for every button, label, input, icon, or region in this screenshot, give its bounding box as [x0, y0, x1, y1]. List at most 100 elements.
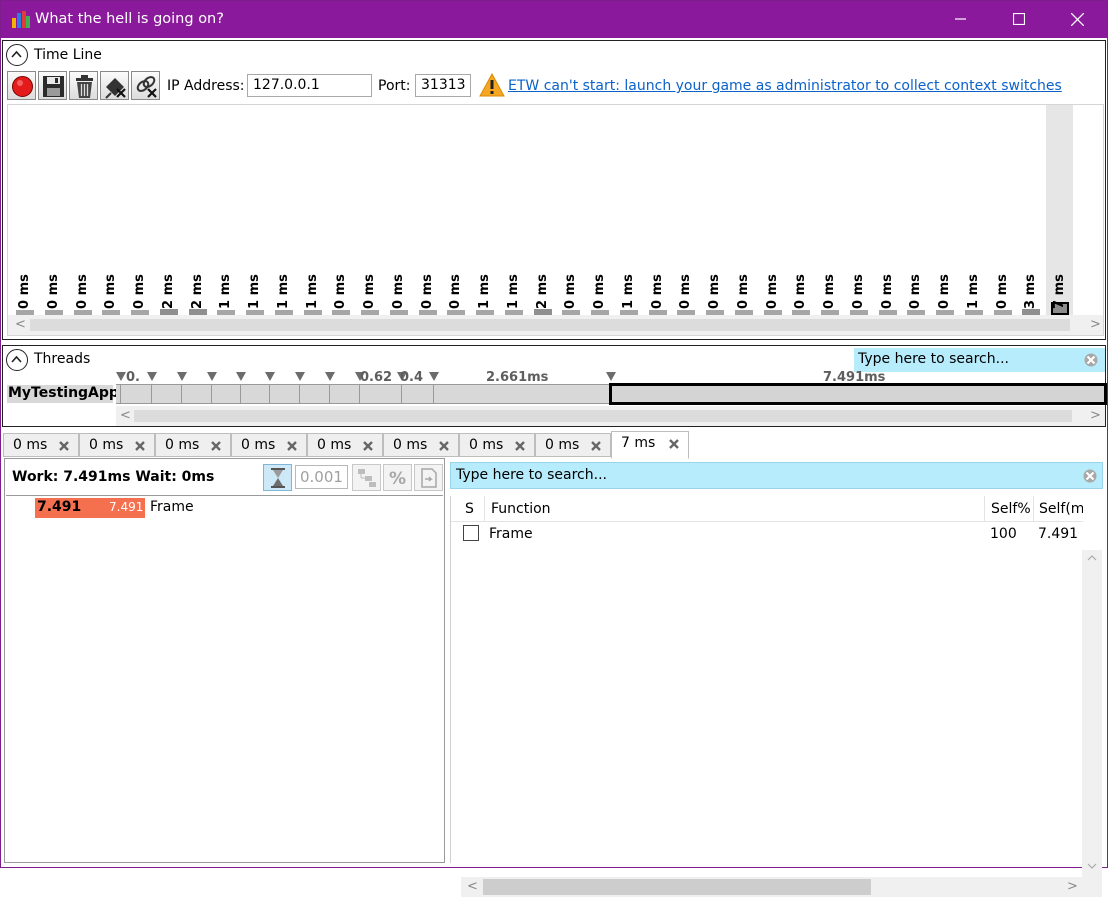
thread-name-label[interactable]: MyTestingApp: [7, 385, 119, 403]
row-checkbox[interactable]: [463, 525, 479, 541]
frame-tab[interactable]: 0 ms: [535, 433, 611, 457]
hourglass-toggle-button[interactable]: [263, 464, 292, 491]
scrollbar-thumb[interactable]: [483, 879, 871, 895]
timeline-collapse-button[interactable]: [6, 44, 28, 66]
scroll-down-icon[interactable]: [1087, 862, 1097, 870]
port-input[interactable]: 31313: [415, 74, 471, 97]
scrollbar-thumb[interactable]: [30, 319, 1070, 331]
frame-column[interactable]: 0 ms: [849, 105, 869, 315]
frame-column[interactable]: 0 ms: [820, 105, 840, 315]
frame-tab[interactable]: 0 ms: [383, 433, 459, 457]
frame-column[interactable]: 0 ms: [73, 105, 93, 315]
frame-column[interactable]: 0 ms: [331, 105, 351, 315]
tab-close-icon[interactable]: [438, 440, 450, 452]
frame-column[interactable]: 0 ms: [763, 105, 783, 315]
frame-column[interactable]: 3 ms: [1021, 105, 1041, 315]
frames-chart[interactable]: 0 ms 0 ms 0 ms 0 ms 0 ms 2 ms 2 ms 1 ms 1 ms 1 ms…: [7, 104, 1104, 336]
function-search-input[interactable]: Type here to search...: [450, 462, 1103, 489]
frame-column[interactable]: 0 ms: [734, 105, 754, 315]
tab-close-icon[interactable]: [286, 440, 298, 452]
tab-close-icon[interactable]: [134, 440, 146, 452]
disconnect-button[interactable]: [100, 71, 129, 100]
scrollbar-thumb[interactable]: [134, 410, 1072, 422]
record-button[interactable]: [7, 71, 36, 100]
clear-search-icon[interactable]: [1084, 353, 1098, 367]
frames-horizontal-scrollbar[interactable]: < >: [8, 315, 1103, 335]
frame-column[interactable]: 0 ms: [15, 105, 35, 315]
frame-column[interactable]: 0 ms: [130, 105, 150, 315]
percent-button[interactable]: %: [383, 464, 412, 491]
frame-column[interactable]: 2 ms: [533, 105, 553, 315]
frame-column[interactable]: 1 ms: [964, 105, 984, 315]
disconnect-link-button[interactable]: [131, 71, 160, 100]
tab-close-icon[interactable]: [590, 440, 602, 452]
scroll-left-icon[interactable]: <: [467, 880, 478, 894]
title-bar[interactable]: What the hell is going on?: [1, 1, 1107, 38]
frame-column[interactable]: 0 ms: [648, 105, 668, 315]
frame-tab[interactable]: 7 ms: [611, 431, 689, 459]
column-header-function[interactable]: Function: [485, 496, 985, 522]
tab-close-icon[interactable]: [514, 440, 526, 452]
frame-column[interactable]: 1 ms: [303, 105, 323, 315]
close-button[interactable]: [1048, 1, 1106, 38]
frame-column[interactable]: 0 ms: [561, 105, 581, 315]
frame-column[interactable]: 1 ms: [619, 105, 639, 315]
threshold-input[interactable]: 0.001: [295, 465, 348, 489]
frame-column[interactable]: 0 ms: [993, 105, 1013, 315]
threads-horizontal-scrollbar[interactable]: < >: [116, 406, 1105, 426]
threads-collapse-button[interactable]: [6, 349, 28, 371]
frame-column[interactable]: 0 ms: [590, 105, 610, 315]
frame-column[interactable]: 0 ms: [676, 105, 696, 315]
scroll-right-icon[interactable]: >: [1090, 318, 1101, 332]
frame-tab[interactable]: 0 ms: [3, 433, 79, 457]
function-horizontal-scrollbar[interactable]: < >: [461, 877, 1082, 897]
export-button[interactable]: [414, 464, 443, 491]
frame-column[interactable]: 1 ms: [274, 105, 294, 315]
frame-column[interactable]: 1 ms: [216, 105, 236, 315]
maximize-button[interactable]: [990, 1, 1048, 38]
frame-tab[interactable]: 0 ms: [79, 433, 155, 457]
frame-column[interactable]: 0 ms: [791, 105, 811, 315]
frame-column[interactable]: 1 ms: [475, 105, 495, 315]
thread-search-input[interactable]: Type here to search...: [854, 348, 1105, 372]
column-header-self-ms[interactable]: Self(m: [1034, 496, 1083, 522]
minimize-button[interactable]: [932, 1, 990, 38]
frame-column[interactable]: 0 ms: [878, 105, 898, 315]
save-button[interactable]: [38, 71, 67, 100]
frame-column[interactable]: 0 ms: [705, 105, 725, 315]
table-row[interactable]: Frame 100 7.491: [451, 522, 1083, 546]
scroll-right-icon[interactable]: >: [1067, 880, 1078, 894]
frame-column[interactable]: 0 ms: [906, 105, 926, 315]
frame-column[interactable]: 2 ms: [188, 105, 208, 315]
function-vertical-scrollbar[interactable]: [1082, 550, 1102, 877]
ip-address-input[interactable]: 127.0.0.1: [247, 74, 372, 97]
frame-column[interactable]: 2 ms: [159, 105, 179, 315]
frame-tab[interactable]: 0 ms: [307, 433, 383, 457]
frame-column[interactable]: 0 ms: [446, 105, 466, 315]
tab-close-icon[interactable]: [58, 440, 70, 452]
scroll-left-icon[interactable]: <: [15, 318, 26, 332]
etw-warning-link[interactable]: ETW can't start: launch your game as adm…: [508, 78, 1062, 94]
tab-close-icon[interactable]: [668, 438, 680, 450]
scroll-up-icon[interactable]: [1087, 554, 1097, 562]
frame-tab[interactable]: 0 ms: [459, 433, 535, 457]
column-header-self-percent[interactable]: Self%: [985, 496, 1034, 522]
frame-column[interactable]: 0 ms: [360, 105, 380, 315]
clear-search-icon[interactable]: [1083, 469, 1097, 483]
frame-column[interactable]: 0 ms: [418, 105, 438, 315]
clear-button[interactable]: [69, 71, 98, 100]
frame-tab[interactable]: 0 ms: [155, 433, 231, 457]
column-header-s[interactable]: S: [451, 496, 485, 522]
scroll-left-icon[interactable]: <: [120, 409, 131, 423]
frame-tab[interactable]: 0 ms: [231, 433, 307, 457]
frame-column[interactable]: 0 ms: [389, 105, 409, 315]
frame-column[interactable]: 1 ms: [504, 105, 524, 315]
frame-column[interactable]: 0 ms: [101, 105, 121, 315]
selected-frame-block[interactable]: [609, 383, 1107, 405]
frame-column[interactable]: 7 ms: [1050, 105, 1070, 315]
frame-column[interactable]: 0 ms: [44, 105, 64, 315]
scroll-right-icon[interactable]: >: [1090, 409, 1101, 423]
tab-close-icon[interactable]: [210, 440, 222, 452]
tree-view-button[interactable]: [352, 464, 381, 491]
frame-column[interactable]: 1 ms: [245, 105, 265, 315]
